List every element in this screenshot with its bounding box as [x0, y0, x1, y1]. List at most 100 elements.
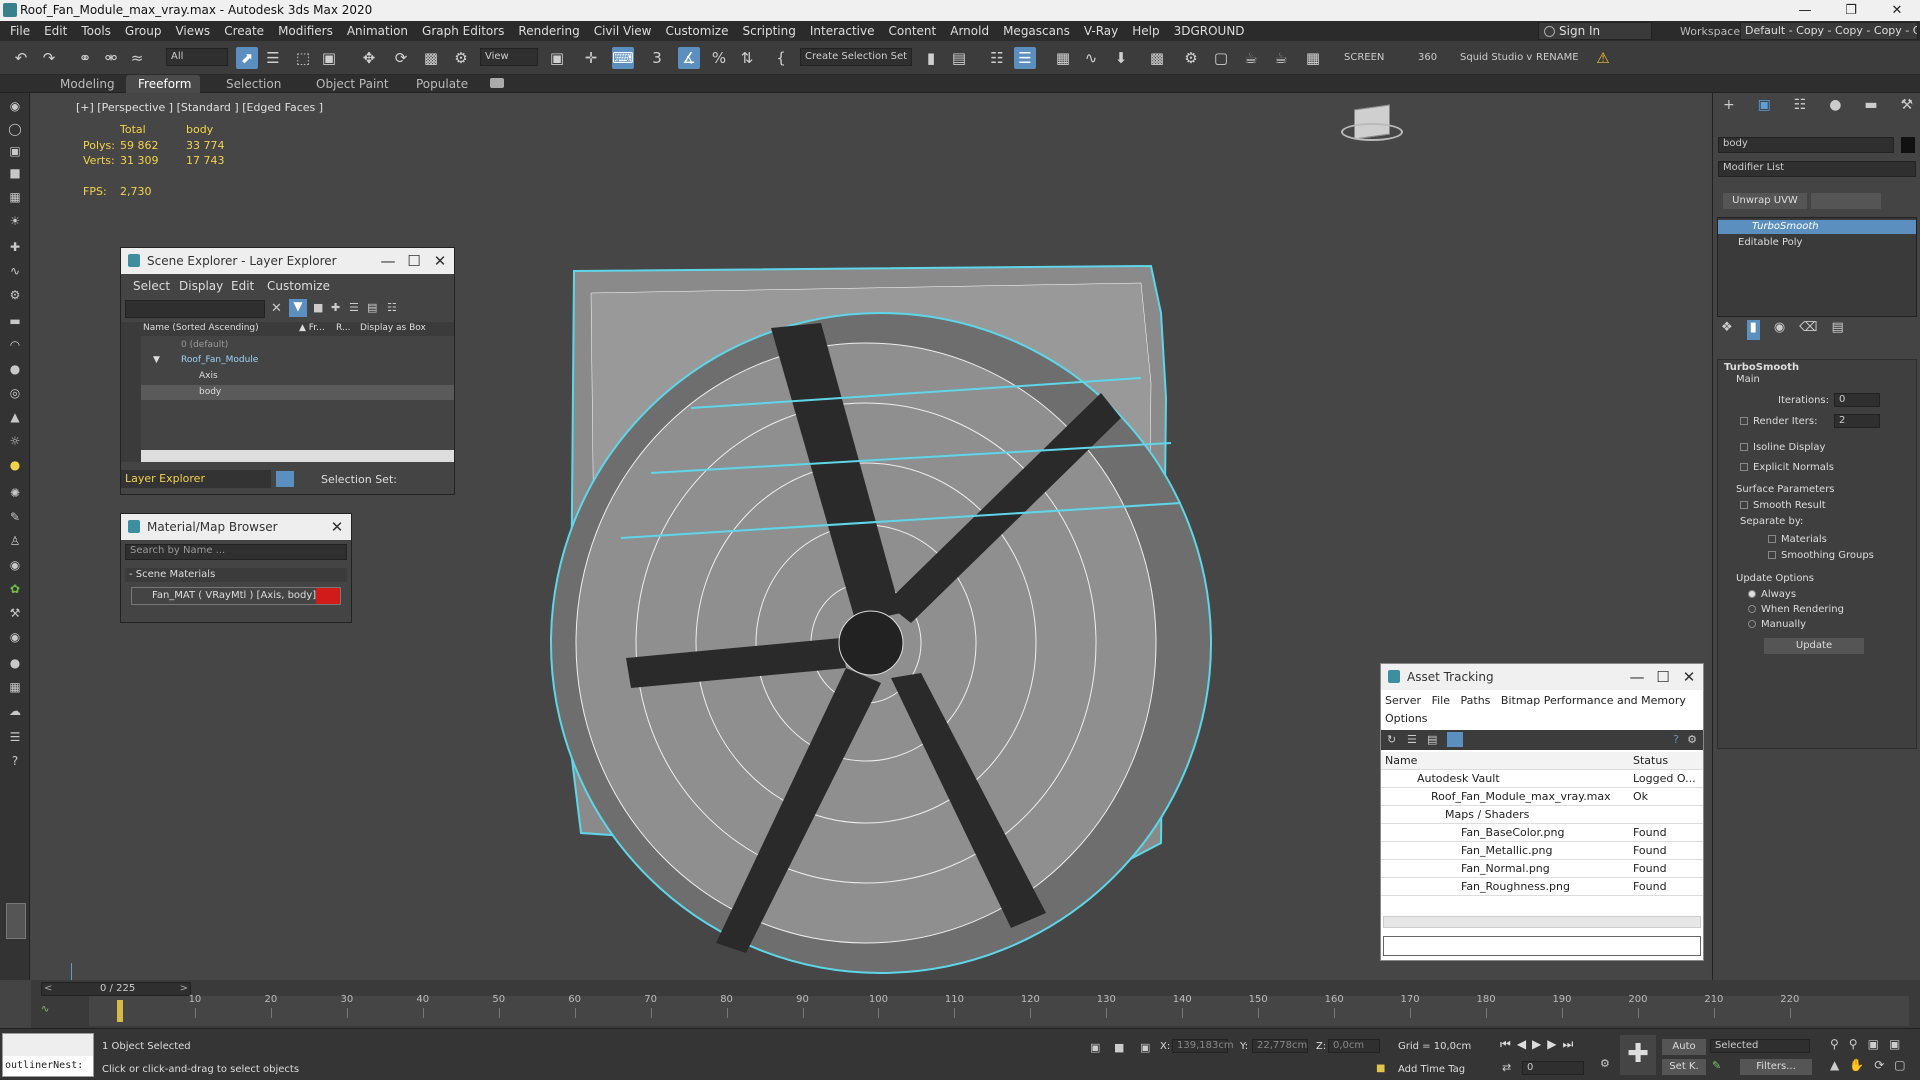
display-tab-icon[interactable]: ▬ — [1864, 97, 1877, 117]
create-plant-icon[interactable]: ✿ — [6, 581, 24, 597]
se-layer-toggle-icon[interactable] — [276, 471, 294, 487]
show-end-result-icon[interactable]: ▮ — [1746, 320, 1760, 340]
pivot-center-icon[interactable]: ▣ — [546, 47, 568, 69]
create-paint-icon[interactable]: ✎ — [6, 509, 24, 525]
spinner-snap-icon[interactable]: ⇅ — [736, 47, 758, 69]
render-grid-icon[interactable]: ▦ — [1302, 47, 1324, 69]
snaps-toggle-icon[interactable]: 3 — [646, 47, 668, 69]
se-menu-select[interactable]: Select — [133, 279, 170, 293]
se-menu-edit[interactable]: Edit — [231, 279, 254, 293]
curve-editor-icon[interactable]: ∿ — [1080, 47, 1102, 69]
expand-arrow-icon[interactable]: ▼ — [153, 355, 160, 365]
render-iters-checkbox[interactable] — [1740, 417, 1748, 425]
smoothing-groups-checkbox[interactable] — [1768, 551, 1776, 559]
go-to-start-icon[interactable]: ⏮ — [1500, 1037, 1511, 1055]
create-cloud-icon[interactable]: ☁ — [6, 703, 24, 719]
select-by-name-icon[interactable]: ☰ — [262, 47, 284, 69]
scene-materials-section[interactable]: - Scene Materials — [125, 568, 347, 582]
time-config-icon[interactable]: ⚙ — [1600, 1057, 1610, 1070]
viewcube-ring-icon[interactable] — [1341, 123, 1403, 141]
menu-customize[interactable]: Customize — [658, 21, 735, 41]
menu-modifiers[interactable]: Modifiers — [271, 21, 340, 41]
unlink-icon[interactable]: ⚮ — [100, 47, 122, 69]
menu-interactive[interactable]: Interactive — [803, 21, 882, 41]
zoom-extents-icon[interactable]: ▣ — [1868, 1037, 1879, 1056]
utilities-tab-icon[interactable]: ⚒ — [1900, 97, 1913, 117]
at-settings-icon[interactable]: ⚙ — [1687, 733, 1697, 746]
iterations-spinner[interactable]: 0 — [1834, 393, 1880, 407]
at-menu-file[interactable]: File — [1432, 694, 1450, 707]
when-rendering-radio[interactable] — [1748, 605, 1756, 613]
at-row-maps[interactable]: Maps / Shaders — [1381, 806, 1703, 824]
create-tab-icon[interactable]: + — [1723, 97, 1735, 117]
current-frame-field[interactable]: 0 — [1522, 1061, 1584, 1075]
se-search-input[interactable] — [125, 300, 265, 318]
time-slider-prev[interactable]: < — [44, 983, 52, 994]
se-row-axis[interactable]: Axis — [141, 369, 454, 384]
pan-icon[interactable]: ✋ — [1849, 1058, 1864, 1077]
toggle-scene-explorer-icon[interactable]: ☷ — [986, 47, 1008, 69]
rollout-title[interactable]: TurboSmooth — [1724, 362, 1799, 373]
x-coordinate-field[interactable]: 139,183cm — [1172, 1039, 1234, 1053]
create-shape-icon[interactable]: ◯ — [6, 121, 24, 137]
script-icon[interactable]: ☰ — [6, 729, 24, 745]
materials-row[interactable]: Materials — [1768, 534, 1827, 545]
make-unique-icon[interactable]: ◉ — [1774, 320, 1785, 340]
maximize-button[interactable]: ❐ — [1828, 0, 1874, 21]
at-row-vault[interactable]: Autodesk Vault Logged O... — [1381, 770, 1703, 788]
edit-named-selection-icon[interactable]: { — [770, 47, 792, 69]
create-cone-icon[interactable]: ▲ — [6, 409, 24, 425]
at-menu-bitmap[interactable]: Bitmap Performance and Memory — [1501, 694, 1686, 707]
y-coordinate-field[interactable]: 22,778cm — [1252, 1039, 1308, 1053]
menu-views[interactable]: Views — [168, 21, 217, 41]
create-system-icon[interactable]: ⚙ — [6, 287, 24, 303]
asset-tracking-minimize-icon[interactable]: — — [1623, 664, 1651, 690]
next-frame-icon[interactable]: ▶ — [1547, 1037, 1556, 1055]
rename-button[interactable]: RENAME — [1536, 52, 1579, 63]
asset-tracking-maximize-icon[interactable]: ☐ — [1649, 664, 1677, 690]
se-horizontal-scrollbar[interactable] — [141, 450, 454, 462]
move-icon[interactable]: ✥ — [358, 47, 380, 69]
key-filters-icon[interactable]: ✎ — [1712, 1059, 1721, 1072]
empty-modifier-button[interactable] — [1811, 193, 1881, 209]
maximize-viewport-icon[interactable]: ▢ — [1894, 1058, 1905, 1077]
tab-modeling[interactable]: Modeling — [48, 75, 127, 93]
at-row-metallic[interactable]: Fan_Metallic.png Found — [1381, 842, 1703, 860]
configure-sets-icon[interactable]: ▤ — [1832, 320, 1844, 340]
always-radio[interactable] — [1748, 590, 1756, 598]
zoom-extents-all-icon[interactable]: ▣ — [1889, 1037, 1900, 1056]
select-manipulate-icon[interactable]: ✛ — [580, 47, 602, 69]
bind-space-warp-icon[interactable]: ≈ — [126, 47, 148, 69]
se-col-frozen[interactable]: ▲ Fr... — [299, 323, 325, 333]
align-icon[interactable]: ▤ — [948, 47, 970, 69]
screen-button[interactable]: SCREEN — [1344, 52, 1384, 63]
material-item-fan-mat[interactable]: Fan_MAT ( VRayMtl ) [Axis, body] — [131, 587, 341, 605]
at-col-name[interactable]: Name — [1385, 754, 1417, 767]
se-row-body[interactable]: body — [141, 385, 454, 400]
squid-studio-button[interactable]: Squid Studio v — [1460, 52, 1532, 63]
menu-megascans[interactable]: Megascans — [996, 21, 1077, 41]
smooth-result-row[interactable]: Smooth Result — [1740, 500, 1826, 511]
manually-row[interactable]: Manually — [1748, 619, 1806, 630]
create-geometry-icon[interactable]: ▣ — [6, 143, 24, 159]
create-torus-icon[interactable]: ◎ — [6, 385, 24, 401]
isoline-checkbox[interactable] — [1740, 443, 1748, 451]
filters-button[interactable]: Filters... — [1740, 1059, 1812, 1075]
isoline-row[interactable]: Isoline Display — [1740, 442, 1825, 453]
se-explorer-dropdown[interactable]: Layer Explorer — [121, 470, 271, 488]
close-button[interactable]: ✕ — [1874, 0, 1920, 21]
at-horizontal-scrollbar[interactable] — [1383, 916, 1701, 928]
menu-help[interactable]: Help — [1125, 21, 1166, 41]
create-hammer-icon[interactable]: ⚒ — [6, 605, 24, 621]
at-menu-paths[interactable]: Paths — [1461, 694, 1491, 707]
menu-scripting[interactable]: Scripting — [735, 21, 802, 41]
at-row-normal[interactable]: Fan_Normal.png Found — [1381, 860, 1703, 878]
z-coordinate-field[interactable]: 0,0cm — [1328, 1039, 1380, 1053]
rectangular-selection-icon[interactable]: ⬚ — [292, 47, 314, 69]
time-slider[interactable]: < 0 / 225 > — [41, 982, 191, 996]
keyboard-shortcut-override-icon[interactable]: ⌨ — [612, 47, 634, 69]
at-table-icon[interactable]: ▤ — [1427, 733, 1437, 746]
help-icon[interactable]: ? — [6, 753, 24, 769]
render-iters-row[interactable]: Render Iters: — [1740, 416, 1818, 427]
viewport-layout-icon[interactable] — [6, 903, 26, 939]
